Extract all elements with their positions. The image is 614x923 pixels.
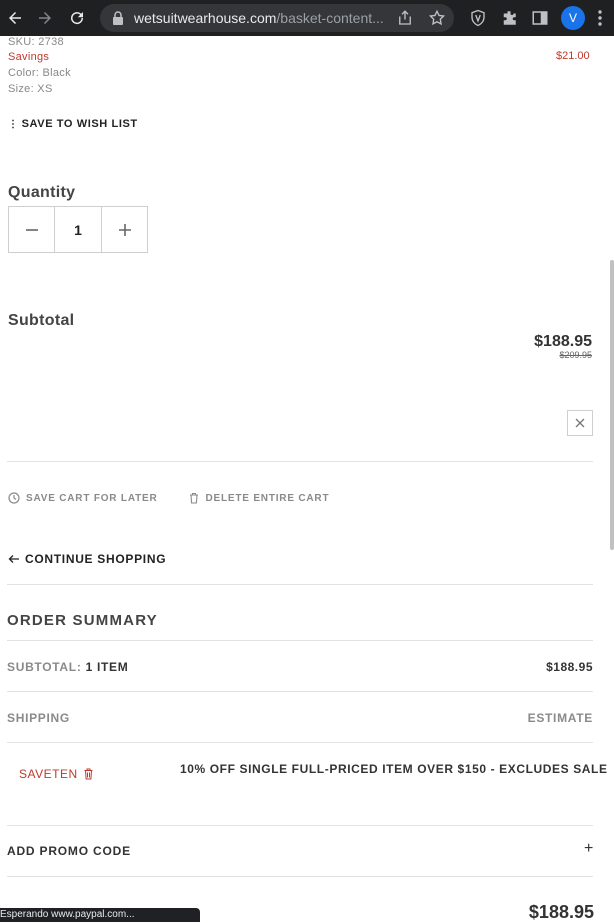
cart-actions: SAVE CART FOR LATER DELETE ENTIRE CART	[8, 492, 359, 504]
address-bar[interactable]: wetsuitwearhouse.com/basket-content...	[100, 4, 454, 32]
summary-item-count: 1 ITEM	[85, 660, 129, 674]
original-price: $209.95	[559, 350, 592, 360]
minus-icon	[25, 228, 38, 231]
divider	[7, 584, 593, 585]
profile-avatar[interactable]: V	[561, 6, 585, 30]
increase-quantity-button[interactable]	[102, 207, 147, 252]
continue-shopping-link[interactable]: CONTINUE SHOPPING	[8, 552, 166, 566]
summary-subtotal-label: SUBTOTAL:	[7, 660, 82, 674]
decrease-quantity-button[interactable]	[9, 207, 54, 252]
arrow-left-icon	[8, 555, 19, 563]
cart-page: SKU: 2738 Savings $21.00 Color: Black Si…	[0, 36, 614, 922]
savings-value: $21.00	[556, 50, 590, 62]
divider	[7, 461, 593, 462]
scrollbar-thumb[interactable]	[610, 260, 614, 550]
extensions-puzzle-icon[interactable]	[500, 9, 518, 27]
product-sku: SKU: 2738	[8, 36, 64, 48]
browser-status-bar: Esperando www.paypal.com...	[0, 908, 200, 922]
summary-subtotal-row: SUBTOTAL: 1 ITEM	[7, 660, 128, 674]
quantity-label: Quantity	[8, 184, 76, 201]
save-cart-for-later-link[interactable]: SAVE CART FOR LATER	[8, 492, 158, 504]
save-to-wishlist-link[interactable]: ⋮ SAVE TO WISH LIST	[8, 118, 138, 130]
side-panel-icon[interactable]	[531, 9, 549, 27]
back-button[interactable]	[0, 3, 30, 33]
kebab-menu-icon[interactable]	[596, 9, 604, 27]
order-total: $188.95	[528, 902, 594, 922]
url-domain: wetsuitwearhouse.com	[134, 10, 277, 26]
trash-icon[interactable]	[83, 768, 94, 780]
quantity-input[interactable]: 1	[54, 207, 102, 252]
browser-toolbar: wetsuitwearhouse.com/basket-content... V	[0, 0, 614, 36]
shield-extension-icon[interactable]	[469, 9, 487, 27]
continue-shopping-label: CONTINUE SHOPPING	[25, 552, 167, 566]
promo-code-label: SAVETEN	[19, 767, 78, 781]
subtotal-label: Subtotal	[8, 312, 75, 329]
shipping-label: SHIPPING	[7, 711, 70, 725]
product-size: Size: XS	[8, 83, 53, 95]
expand-plus-icon[interactable]: +	[584, 840, 593, 858]
divider	[7, 640, 593, 641]
plus-icon	[118, 223, 131, 236]
reload-button[interactable]	[62, 3, 92, 33]
forward-button[interactable]	[30, 3, 60, 33]
divider	[7, 876, 593, 877]
divider	[7, 742, 593, 743]
trash-icon	[189, 492, 198, 504]
applied-promo: SAVETEN	[19, 767, 94, 781]
url-path: /basket-content...	[276, 10, 384, 26]
share-icon[interactable]	[396, 9, 414, 27]
subtotal-price: $188.95	[534, 333, 592, 350]
add-promo-code-toggle[interactable]: ADD PROMO CODE	[7, 844, 131, 858]
back-arrow-icon	[9, 12, 21, 24]
url-text: wetsuitwearhouse.com/basket-content...	[134, 10, 384, 26]
lock-icon	[113, 11, 123, 25]
close-icon	[575, 418, 585, 428]
reload-icon	[71, 12, 84, 25]
remove-item-button[interactable]	[567, 410, 593, 436]
bookmark-star-icon[interactable]	[428, 9, 446, 27]
clock-icon	[8, 492, 20, 504]
save-cart-label: SAVE CART FOR LATER	[26, 492, 158, 504]
order-summary-title: ORDER SUMMARY	[7, 612, 158, 629]
delete-cart-label: DELETE ENTIRE CART	[205, 492, 330, 504]
product-color: Color: Black	[8, 67, 71, 79]
savings-label: Savings	[8, 51, 50, 63]
shipping-estimate-link[interactable]: ESTIMATE	[528, 711, 593, 725]
forward-arrow-icon	[39, 12, 51, 24]
quantity-stepper: 1	[8, 206, 148, 253]
summary-subtotal-value: $188.95	[546, 660, 593, 674]
delete-entire-cart-link[interactable]: DELETE ENTIRE CART	[188, 492, 330, 504]
save-to-wishlist-label: SAVE TO WISH LIST	[21, 118, 138, 130]
vertical-dots-icon: ⋮	[8, 119, 19, 130]
promo-description: 10% OFF SINGLE FULL-PRICED ITEM OVER $15…	[180, 762, 608, 776]
divider	[7, 825, 593, 826]
divider	[7, 691, 593, 692]
